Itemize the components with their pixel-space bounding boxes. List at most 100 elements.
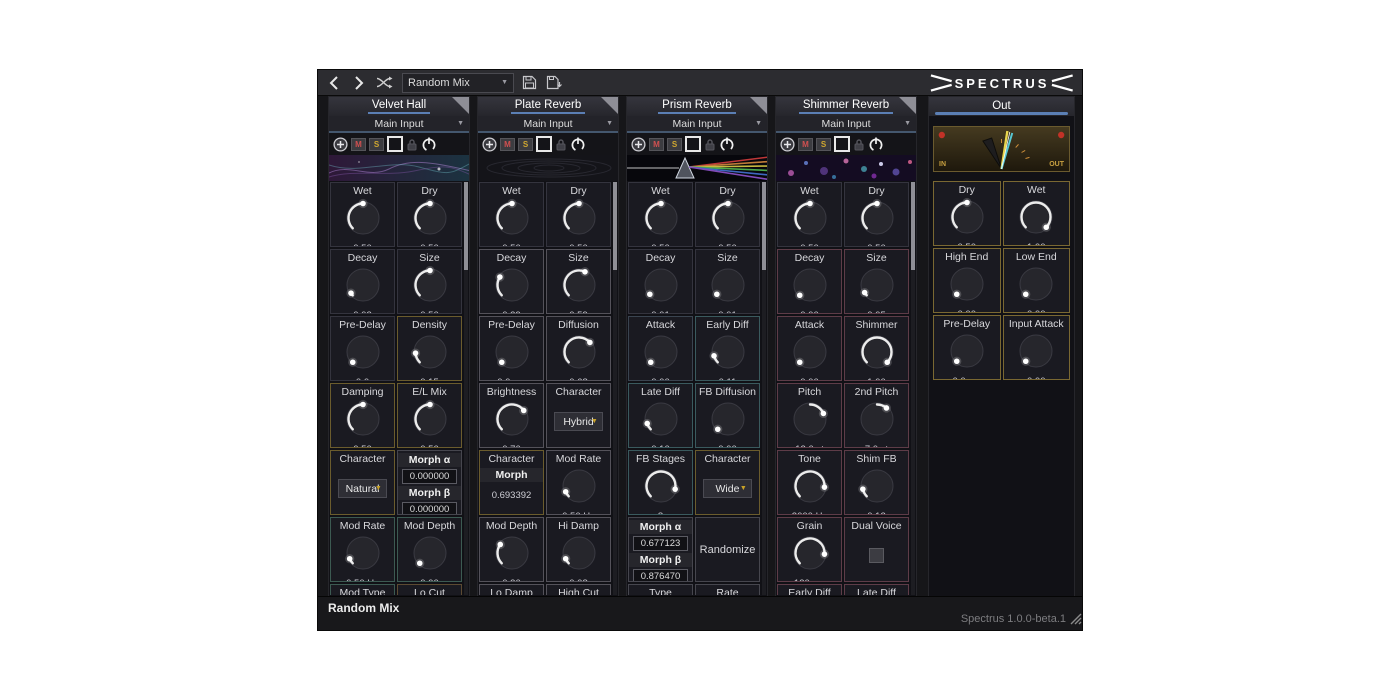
lock-icon[interactable] (704, 138, 716, 151)
morph-field[interactable]: 0.876470 (633, 569, 688, 582)
power-icon[interactable] (719, 136, 735, 152)
solo-button[interactable]: S (369, 138, 384, 151)
mute-button[interactable]: M (649, 138, 664, 151)
input-selector[interactable]: Main Input ▼ (776, 116, 916, 133)
solo-button[interactable]: S (816, 138, 831, 151)
param-knob[interactable] (559, 332, 599, 377)
mute-button[interactable]: M (351, 138, 366, 151)
param-knob[interactable] (708, 399, 748, 444)
param-knob[interactable] (410, 265, 450, 310)
param-knob[interactable] (343, 399, 383, 444)
input-selector[interactable]: Main Input ▼ (627, 116, 767, 133)
module-checkbox[interactable] (387, 136, 403, 152)
next-preset-button[interactable] (349, 73, 369, 93)
param-knob[interactable] (641, 265, 681, 310)
mute-button[interactable]: M (500, 138, 515, 151)
preset-selector[interactable]: Random Mix ▼ (402, 73, 514, 93)
param-dropdown[interactable]: Wide▼ (703, 479, 752, 498)
solo-button[interactable]: S (667, 138, 682, 151)
param-knob[interactable] (410, 198, 450, 243)
module-header[interactable]: Plate Reverb (478, 97, 618, 116)
param-knob[interactable] (947, 264, 987, 309)
param-knob[interactable] (790, 332, 830, 377)
param-knob[interactable] (410, 332, 450, 377)
fold-corner-icon[interactable] (750, 97, 767, 114)
power-icon[interactable] (570, 136, 586, 152)
param-knob[interactable] (492, 332, 532, 377)
action-button[interactable]: Randomize (700, 544, 756, 557)
module-header[interactable]: Shimmer Reverb (776, 97, 916, 116)
param-knob[interactable] (947, 331, 987, 376)
param-knob[interactable] (343, 533, 383, 578)
param-knob[interactable] (857, 399, 897, 444)
scrollbar-thumb[interactable] (464, 182, 468, 270)
param-knob[interactable] (641, 198, 681, 243)
param-knob[interactable] (410, 399, 450, 444)
param-knob[interactable] (857, 466, 897, 511)
param-knob[interactable] (947, 197, 987, 242)
lock-icon[interactable] (555, 138, 567, 151)
prev-preset-button[interactable] (324, 73, 344, 93)
param-knob[interactable] (492, 198, 532, 243)
param-knob[interactable] (641, 332, 681, 377)
add-module-button[interactable] (481, 136, 497, 152)
random-preset-button[interactable] (374, 73, 394, 93)
morph-field[interactable]: 0.677123 (633, 536, 688, 551)
lock-icon[interactable] (853, 138, 865, 151)
param-knob[interactable] (641, 466, 681, 511)
scrollbar-thumb[interactable] (613, 182, 617, 270)
param-knob[interactable] (343, 198, 383, 243)
param-knob[interactable] (708, 332, 748, 377)
param-dropdown[interactable]: Natural▼ (338, 479, 387, 498)
morph-field[interactable]: 0.000000 (402, 469, 457, 484)
param-knob[interactable] (559, 533, 599, 578)
lock-icon[interactable] (406, 138, 418, 151)
add-module-button[interactable] (630, 136, 646, 152)
param-knob[interactable] (857, 198, 897, 243)
param-knob[interactable] (1016, 331, 1056, 376)
param-knob[interactable] (343, 332, 383, 377)
param-knob[interactable] (1016, 264, 1056, 309)
param-knob[interactable] (410, 533, 450, 578)
module-header[interactable]: Velvet Hall (329, 97, 469, 116)
param-knob[interactable] (708, 265, 748, 310)
scrollbar-thumb[interactable] (911, 182, 915, 270)
solo-button[interactable]: S (518, 138, 533, 151)
param-knob[interactable] (790, 265, 830, 310)
morph-field[interactable]: 0.000000 (402, 502, 457, 515)
fold-corner-icon[interactable] (899, 97, 916, 114)
param-dropdown[interactable]: Hybrid▼ (554, 412, 603, 431)
param-checkbox[interactable] (869, 548, 884, 563)
fold-corner-icon[interactable] (601, 97, 618, 114)
module-checkbox[interactable] (834, 136, 850, 152)
add-module-button[interactable] (779, 136, 795, 152)
param-knob[interactable] (790, 198, 830, 243)
param-knob[interactable] (559, 466, 599, 511)
power-icon[interactable] (868, 136, 884, 152)
scrollbar-thumb[interactable] (762, 182, 766, 270)
resize-grip[interactable] (1068, 611, 1082, 630)
param-knob[interactable] (641, 399, 681, 444)
save-preset-button[interactable] (519, 73, 539, 93)
param-knob[interactable] (790, 533, 830, 578)
input-selector[interactable]: Main Input ▼ (478, 116, 618, 133)
out-header[interactable]: Out (929, 97, 1074, 116)
power-icon[interactable] (421, 136, 437, 152)
mute-button[interactable]: M (798, 138, 813, 151)
module-checkbox[interactable] (536, 136, 552, 152)
param-knob[interactable] (1016, 197, 1056, 242)
morph-button[interactable]: Morph (480, 468, 543, 482)
param-knob[interactable] (708, 198, 748, 243)
module-header[interactable]: Prism Reverb (627, 97, 767, 116)
param-knob[interactable] (559, 265, 599, 310)
param-knob[interactable] (343, 265, 383, 310)
param-knob[interactable] (492, 533, 532, 578)
param-knob[interactable] (790, 399, 830, 444)
module-checkbox[interactable] (685, 136, 701, 152)
fold-corner-icon[interactable] (452, 97, 469, 114)
param-knob[interactable] (559, 198, 599, 243)
save-as-preset-button[interactable] (544, 73, 564, 93)
param-knob[interactable] (857, 265, 897, 310)
param-knob[interactable] (492, 265, 532, 310)
add-module-button[interactable] (332, 136, 348, 152)
